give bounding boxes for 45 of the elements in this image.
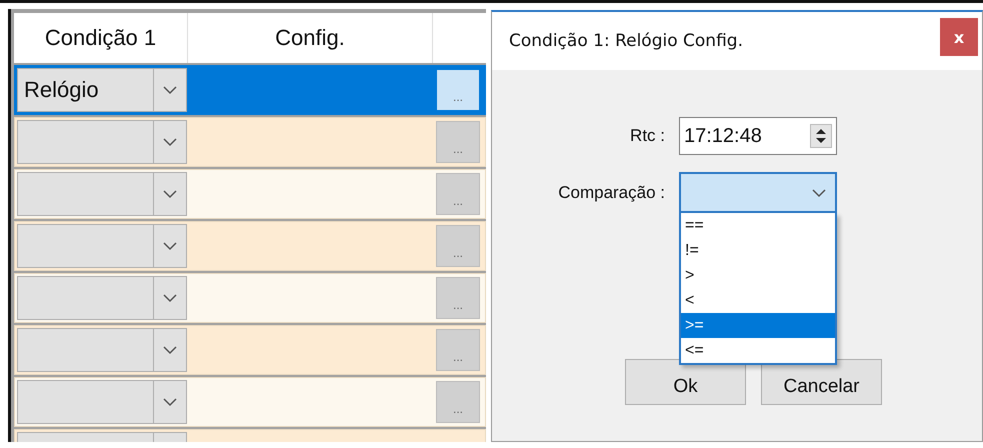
- chevron-down-icon: [162, 241, 178, 251]
- condition-dropdown[interactable]: [17, 276, 187, 320]
- close-button[interactable]: x: [940, 18, 978, 56]
- grid-row[interactable]: ...: [14, 169, 486, 219]
- ellipsis-button[interactable]: ...: [436, 381, 480, 423]
- dialog-title: Condição 1: Relógio Config.: [509, 31, 743, 51]
- ellipsis-button[interactable]: ...: [436, 121, 480, 163]
- chevron-down-icon: [162, 345, 178, 355]
- chevron-down-icon: [162, 85, 178, 95]
- condition-dropdown[interactable]: [17, 172, 187, 216]
- field-label: Rtc :: [629, 126, 665, 146]
- condition-dropdown[interactable]: [17, 328, 187, 372]
- chevron-down-icon: [162, 189, 178, 199]
- time-input-field[interactable]: 17:12:48: [679, 117, 837, 155]
- cancel-button[interactable]: Cancelar: [761, 359, 882, 405]
- ellipsis-button[interactable]: ...: [436, 329, 480, 371]
- spinner-icon[interactable]: [810, 124, 832, 148]
- ellipsis-button[interactable]: ...: [436, 225, 480, 267]
- condition-dropdown[interactable]: Relógio: [17, 68, 187, 112]
- dropdown-option[interactable]: >=: [681, 313, 835, 338]
- grid-row[interactable]: Relógio ...: [14, 65, 486, 115]
- chevron-down-icon: [162, 137, 178, 147]
- dropdown-option[interactable]: <: [681, 288, 835, 313]
- dropdown-option[interactable]: <=: [681, 338, 835, 363]
- column-header: Condição 1: [14, 13, 188, 63]
- dropdown-option[interactable]: !=: [681, 238, 835, 263]
- chevron-down-icon: [162, 397, 178, 407]
- ellipsis-button[interactable]: ...: [436, 69, 480, 111]
- condition-dropdown[interactable]: [17, 224, 187, 268]
- grid-row[interactable]: ...: [14, 377, 486, 427]
- grid-row[interactable]: ...: [14, 117, 486, 167]
- grid-row[interactable]: ...: [14, 273, 486, 323]
- grid-row[interactable]: ...: [14, 221, 486, 271]
- dropdown-option[interactable]: >: [681, 263, 835, 288]
- chevron-down-icon: [162, 293, 178, 303]
- comparison-dropdown[interactable]: [679, 172, 837, 213]
- ok-button[interactable]: Ok: [625, 359, 746, 405]
- condition-dropdown[interactable]: [17, 380, 187, 424]
- ellipsis-button[interactable]: ...: [436, 173, 480, 215]
- ellipsis-button[interactable]: ...: [436, 277, 480, 319]
- field-label: Comparação :: [557, 182, 665, 202]
- grid-row[interactable]: ...: [14, 325, 486, 375]
- chevron-down-icon: [811, 188, 827, 198]
- dropdown-option[interactable]: ==: [681, 213, 835, 238]
- condition-dropdown[interactable]: [17, 120, 187, 164]
